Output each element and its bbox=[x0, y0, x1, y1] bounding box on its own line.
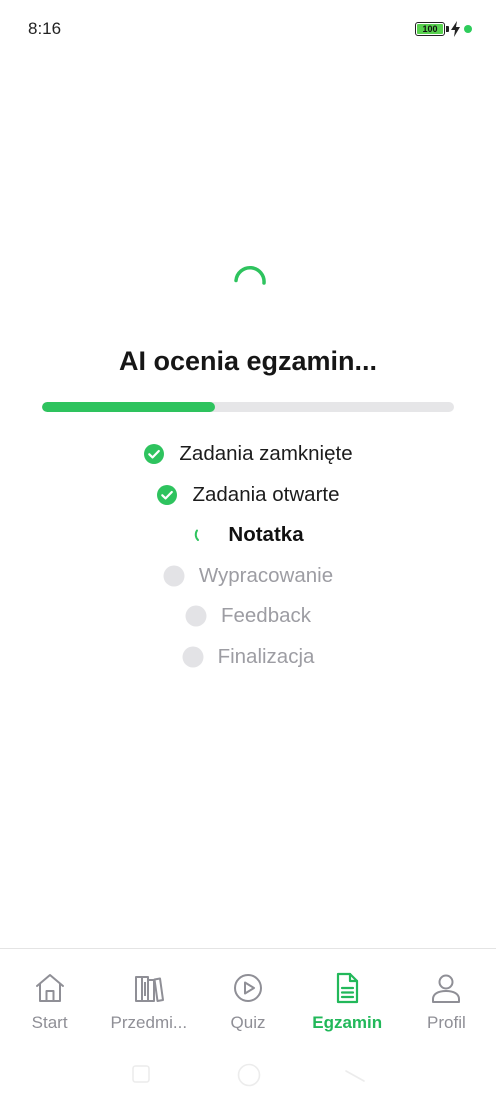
check-circle-icon bbox=[157, 484, 178, 505]
bolt-icon bbox=[451, 21, 460, 37]
nav-item-quiz[interactable]: Quiz bbox=[198, 949, 297, 1053]
system-nav-bar bbox=[0, 1058, 496, 1098]
pending-circle-icon bbox=[163, 565, 185, 587]
step-label: Zadania zamknięte bbox=[179, 442, 353, 466]
progress-fill bbox=[42, 402, 216, 412]
battery-cap bbox=[446, 26, 449, 32]
step-closed-tasks: Zadania zamknięte bbox=[0, 434, 496, 475]
recent-apps-icon[interactable] bbox=[131, 1064, 151, 1084]
battery-icon: 100 bbox=[415, 22, 445, 36]
nav-label: Przedmi... bbox=[110, 1013, 188, 1032]
nav-label: Quiz bbox=[230, 1013, 266, 1032]
pending-circle-icon bbox=[185, 605, 207, 627]
step-label: Finalizacja bbox=[217, 644, 315, 668]
step-open-tasks: Zadania otwarte bbox=[0, 475, 496, 516]
nav-item-subjects[interactable]: Przedmi... bbox=[99, 949, 198, 1053]
bottom-nav: Start Przedmi... Quiz Egzamin Profil bbox=[0, 949, 496, 1053]
play-circle-icon bbox=[234, 974, 262, 1002]
check-circle-icon bbox=[144, 444, 165, 465]
nav-label: Start bbox=[31, 1013, 68, 1032]
step-feedback: Feedback bbox=[0, 596, 496, 637]
user-icon bbox=[432, 974, 461, 1003]
books-icon bbox=[134, 976, 164, 1002]
step-label: Wypracowanie bbox=[198, 563, 334, 587]
step-essay: Wypracowanie bbox=[0, 556, 496, 597]
status-time: 8:16 bbox=[28, 19, 62, 38]
document-icon bbox=[337, 972, 359, 1004]
nav-item-profile[interactable]: Profil bbox=[397, 949, 496, 1053]
step-finalization: Finalizacja bbox=[0, 637, 496, 678]
home-icon bbox=[35, 974, 64, 1002]
nav-label: Profil bbox=[427, 1013, 466, 1032]
battery-level: 100 bbox=[417, 24, 443, 34]
page-title: AI ocenia egzamin... bbox=[118, 346, 378, 376]
nav-item-exam[interactable]: Egzamin bbox=[298, 949, 397, 1053]
loading-spinner-icon bbox=[195, 529, 200, 542]
step-label: Feedback bbox=[220, 604, 312, 628]
step-note: Notatka bbox=[0, 515, 496, 556]
status-bar: 8:16 100 bbox=[0, 0, 496, 60]
step-label: Zadania otwarte bbox=[192, 482, 340, 506]
grading-steps-list: Zadania zamknięte Zadania otwarte Notatk… bbox=[0, 434, 496, 677]
step-label: Notatka bbox=[228, 523, 304, 547]
pending-circle-icon bbox=[182, 646, 204, 668]
nav-label: Egzamin bbox=[312, 1013, 383, 1032]
back-icon[interactable] bbox=[344, 1068, 366, 1084]
progress-bar bbox=[42, 402, 454, 412]
home-circle-icon[interactable] bbox=[236, 1062, 262, 1088]
nav-item-start[interactable]: Start bbox=[0, 949, 99, 1053]
notification-dot-icon bbox=[464, 25, 472, 33]
loading-spinner-icon bbox=[234, 265, 266, 285]
